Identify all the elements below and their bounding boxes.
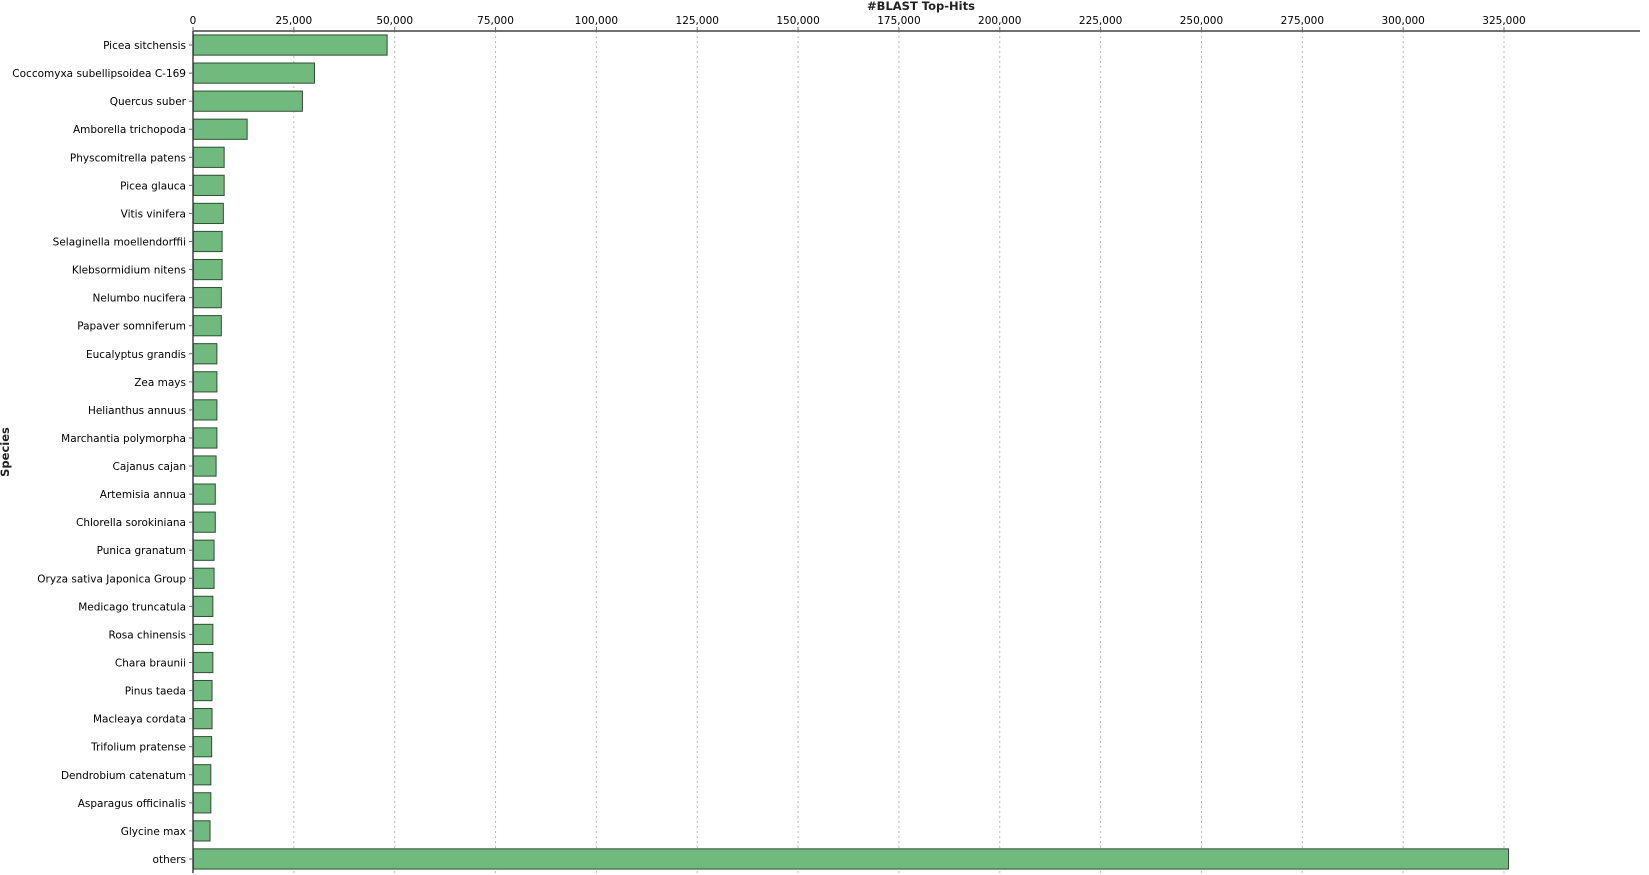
- category-label: Chlorella sorokiniana: [76, 517, 186, 529]
- x-tick-labels: 0 25,000 50,000 75,000 100,000 125,000 150,000…: [190, 15, 1526, 31]
- category-label: Eucalyptus grandis: [86, 349, 186, 361]
- x-tick-label: 300,000: [1381, 15, 1424, 27]
- bar: [193, 343, 218, 365]
- bar: [193, 230, 223, 253]
- category-label: others: [153, 854, 186, 866]
- bar: [193, 651, 214, 674]
- bar: [193, 736, 213, 758]
- bar: [193, 315, 222, 337]
- bar: [193, 287, 222, 309]
- x-tick-label: 325,000: [1482, 15, 1525, 27]
- category-label: Coccomyxa subellipsoidea C-169: [12, 68, 186, 80]
- x-tick-label: 175,000: [877, 15, 920, 27]
- bar: [193, 792, 212, 814]
- category-label: Chara braunii: [115, 658, 186, 670]
- bar: [193, 34, 388, 56]
- bar: [193, 848, 1510, 870]
- bar: [193, 539, 215, 561]
- category-label: Picea sitchensis: [103, 40, 186, 52]
- category-label: Zea mays: [134, 377, 186, 389]
- bar: [193, 118, 248, 140]
- x-tick-label: 150,000: [776, 15, 819, 27]
- x-tick-label: 0: [190, 15, 197, 27]
- bar: [193, 708, 213, 730]
- category-label: Vitis vinifera: [121, 208, 186, 220]
- category-label: Pinus taeda: [125, 686, 186, 698]
- bar: [193, 174, 225, 196]
- x-tick-label: 275,000: [1281, 15, 1324, 27]
- x-tick-label: 75,000: [477, 15, 514, 27]
- bar: [193, 567, 215, 589]
- category-label: Rosa chinensis: [109, 629, 186, 641]
- bar: [193, 427, 218, 449]
- category-label: Trifolium pratense: [90, 742, 186, 754]
- category-label: Physcomitrella patens: [70, 152, 186, 164]
- bar: [193, 679, 213, 702]
- bar: [193, 258, 223, 281]
- bar: [193, 371, 218, 393]
- bar: [193, 595, 214, 617]
- x-tick-label: 200,000: [978, 15, 1021, 27]
- category-label: Picea glauca: [120, 180, 186, 192]
- category-label: Papaver somniferum: [77, 321, 186, 333]
- category-label: Dendrobium catenatum: [61, 770, 186, 782]
- y-tick-labels: Picea sitchensis Coccomyxa subellipsoidea…: [12, 40, 193, 866]
- category-label: Medicago truncatula: [78, 601, 186, 613]
- bar: [193, 146, 225, 168]
- category-label: Marchantia polymorpha: [61, 433, 186, 445]
- x-tick-label: 50,000: [376, 15, 413, 27]
- category-label: Quercus suber: [110, 96, 187, 108]
- bar: [193, 202, 224, 225]
- category-label: Oryza sativa Japonica Group: [37, 573, 186, 585]
- bar-chart: 0 25,000 50,000 75,000 100,000 125,000 150,000…: [0, 0, 1640, 873]
- category-label: Artemisia annua: [100, 489, 186, 501]
- bar: [193, 62, 316, 84]
- category-label: Asparagus officinalis: [78, 798, 186, 810]
- category-label: Nelumbo nucifera: [93, 293, 186, 305]
- category-label: Klebsormidium nitens: [72, 265, 186, 277]
- category-label: Helianthus annuus: [88, 405, 186, 417]
- bar: [193, 483, 216, 505]
- axes: [192, 30, 1640, 873]
- y-axis-title: Species: [0, 427, 12, 477]
- bar: [193, 820, 211, 842]
- bar: [193, 623, 214, 646]
- category-label: Glycine max: [121, 826, 186, 838]
- category-label: Selaginella moellendorffii: [53, 237, 186, 249]
- category-label: Cajanus cajan: [113, 461, 186, 473]
- bar: [193, 399, 218, 421]
- x-tick-label: 225,000: [1079, 15, 1122, 27]
- bars: [193, 34, 1510, 870]
- x-tick-label: 125,000: [676, 15, 719, 27]
- bar: [193, 511, 216, 533]
- x-axis-title: #BLAST Top-Hits: [867, 0, 975, 13]
- bar: [193, 455, 217, 477]
- x-tick-label: 250,000: [1180, 15, 1223, 27]
- bar: [193, 764, 212, 786]
- grid-lines: [293, 31, 1505, 873]
- bar: [193, 90, 303, 112]
- category-label: Macleaya cordata: [93, 714, 186, 726]
- category-label: Punica granatum: [97, 545, 186, 557]
- category-label: Amborella trichopoda: [73, 124, 186, 136]
- x-tick-label: 100,000: [575, 15, 618, 27]
- x-tick-label: 25,000: [275, 15, 312, 27]
